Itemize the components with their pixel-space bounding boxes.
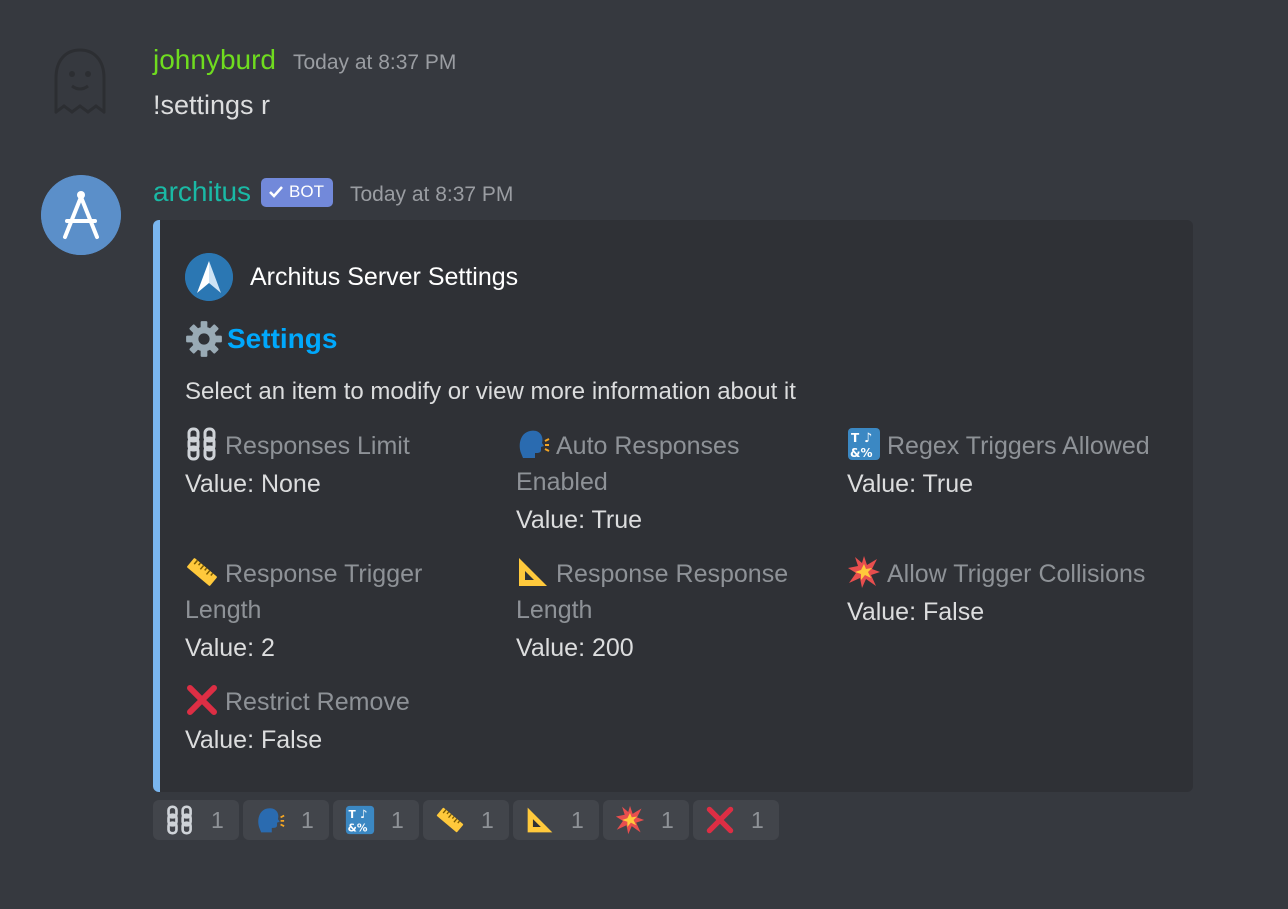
embed-title-text[interactable]: Settings (227, 323, 337, 355)
speaking-head-icon (516, 427, 550, 461)
field-value: Value: True (516, 506, 643, 535)
bot-message-header: architus BOT Today at 8:37 PM (153, 176, 513, 210)
bot-tag-label: BOT (289, 182, 324, 201)
settings-embed: Architus Server Settings Settings Select… (153, 220, 1193, 792)
user-message-text: !settings r (153, 90, 271, 120)
collision-icon (847, 555, 881, 589)
embed-title[interactable]: Settings (185, 320, 337, 358)
triangular-ruler-icon (516, 555, 550, 589)
triangular-ruler-icon (525, 805, 555, 835)
field-value: Value: 2 (185, 634, 275, 663)
field-name-text: Responses Limit (225, 432, 410, 460)
cross-mark-icon (185, 683, 219, 717)
field-name: Restrict Remove (185, 684, 495, 720)
field-name: Responses Limit (185, 428, 495, 464)
field-name: Regex Triggers Allowed (847, 428, 1157, 464)
field-value: Value: False (847, 598, 985, 627)
bot-username[interactable]: architus (153, 176, 251, 208)
field-value: Value: True (847, 470, 974, 499)
field-response-response-length: Response Response Length Value: 200 (516, 556, 826, 668)
symbols-icon (847, 427, 881, 461)
reaction-count: 1 (571, 806, 584, 833)
straight-ruler-icon (185, 555, 219, 589)
field-value: Value: 200 (516, 634, 634, 663)
reaction-triangular-ruler[interactable]: 1 (513, 800, 599, 840)
field-name-text: Regex Triggers Allowed (887, 432, 1150, 460)
field-name-text: Response Response Length (516, 560, 789, 625)
symbols-icon (345, 805, 375, 835)
collision-icon (615, 805, 645, 835)
field-auto-responses: Auto Responses Enabled Value: True (516, 428, 826, 540)
bot-timestamp: Today at 8:37 PM (350, 183, 514, 206)
field-name: Auto Responses Enabled (516, 428, 826, 500)
user-message-header: johnyburd Today at 8:37 PM (153, 44, 456, 76)
field-responses-limit: Responses Limit Value: None (185, 428, 495, 504)
cross-mark-icon (705, 805, 735, 835)
field-name: Response Response Length (516, 556, 826, 628)
embed-author: Architus Server Settings (185, 253, 518, 301)
field-restrict-remove: Restrict Remove Value: False (185, 684, 495, 760)
field-name-text: Restrict Remove (225, 688, 410, 716)
architus-logo-icon (185, 253, 233, 301)
gear-icon (185, 320, 223, 358)
reaction-count: 1 (751, 806, 764, 833)
speaking-head-icon (255, 805, 285, 835)
field-value: Value: False (185, 726, 323, 755)
checkmark-icon (269, 186, 283, 198)
reaction-symbols[interactable]: 1 (333, 800, 419, 840)
reaction-count: 1 (211, 806, 224, 833)
straight-ruler-icon (435, 805, 465, 835)
field-name: Response Trigger Length (185, 556, 495, 628)
field-allow-trigger-collisions: Allow Trigger Collisions Value: False (847, 556, 1157, 632)
chains-icon (165, 805, 195, 835)
field-response-trigger-length: Response Trigger Length Value: 2 (185, 556, 495, 668)
user-avatar[interactable] (40, 42, 120, 122)
reaction-speaking-head[interactable]: 1 (243, 800, 329, 840)
chains-icon (185, 427, 219, 461)
reactions-bar: 1 1 1 1 1 1 1 (153, 800, 779, 840)
embed-description: Select an item to modify or view more in… (185, 378, 796, 405)
reaction-count: 1 (661, 806, 674, 833)
user-username[interactable]: johnyburd (153, 44, 276, 76)
reaction-count: 1 (481, 806, 494, 833)
reaction-count: 1 (391, 806, 404, 833)
field-name-text: Allow Trigger Collisions (887, 560, 1146, 588)
field-name-text: Response Trigger Length (185, 560, 423, 625)
embed-author-name: Architus Server Settings (250, 262, 519, 291)
reaction-cross-mark[interactable]: 1 (693, 800, 779, 840)
bot-tag: BOT (261, 177, 333, 207)
reaction-chains[interactable]: 1 (153, 800, 239, 840)
user-timestamp: Today at 8:37 PM (292, 51, 457, 74)
field-regex-triggers: Regex Triggers Allowed Value: True (847, 428, 1157, 504)
bot-avatar[interactable] (41, 175, 121, 255)
field-name: Allow Trigger Collisions (847, 556, 1157, 592)
reaction-count: 1 (301, 806, 314, 833)
field-value: Value: None (185, 470, 321, 499)
reaction-straight-ruler[interactable]: 1 (423, 800, 509, 840)
reaction-collision[interactable]: 1 (603, 800, 689, 840)
